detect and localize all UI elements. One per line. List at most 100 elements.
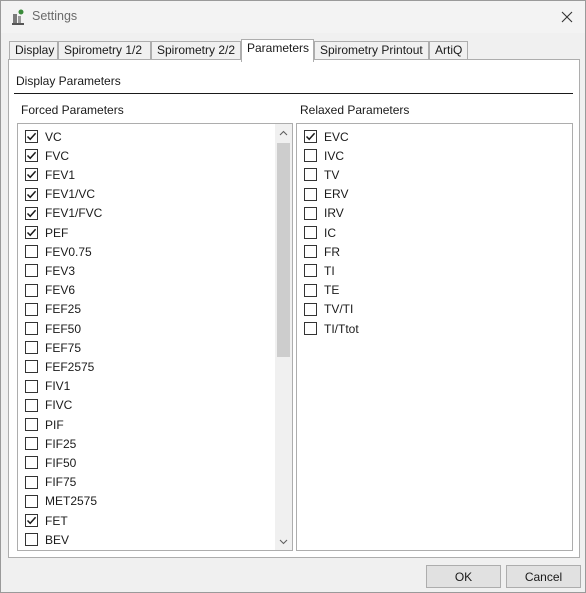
list-item[interactable]: EVC xyxy=(304,127,349,146)
list-item[interactable]: FIF75 xyxy=(25,473,76,492)
list-item[interactable]: TI xyxy=(304,261,335,280)
checkbox[interactable] xyxy=(25,302,38,316)
list-item[interactable]: FEV1/FVC xyxy=(25,204,102,223)
cancel-button[interactable]: Cancel xyxy=(506,565,581,588)
checkbox[interactable] xyxy=(25,283,38,297)
checkbox[interactable] xyxy=(304,322,317,335)
checkbox[interactable] xyxy=(304,130,317,143)
checkbox[interactable] xyxy=(25,341,38,355)
list-item[interactable]: FEV6 xyxy=(25,281,75,300)
item-label: FEV1 xyxy=(45,167,76,182)
item-label: TE xyxy=(324,283,340,298)
checkbox[interactable] xyxy=(304,168,317,182)
settings-window: Settings Display Spirometry 1/2 Spiromet… xyxy=(0,0,586,593)
list-item[interactable]: IRV xyxy=(304,204,344,223)
list-item[interactable]: FR xyxy=(304,242,340,261)
list-item[interactable]: FEV3 xyxy=(25,261,75,280)
list-item[interactable]: FIF25 xyxy=(25,434,76,453)
checkbox[interactable] xyxy=(25,418,38,431)
list-item[interactable]: FEF25 xyxy=(25,300,81,319)
checkbox[interactable] xyxy=(25,322,38,335)
list-item[interactable]: FEV1/VC xyxy=(25,185,95,204)
scroll-down-button[interactable] xyxy=(275,533,292,550)
tab-spirometry-2-2[interactable]: Spirometry 2/2 xyxy=(151,41,241,61)
checkbox[interactable] xyxy=(25,168,38,182)
checkbox[interactable] xyxy=(25,130,38,143)
list-item[interactable]: IC xyxy=(304,223,336,242)
scroll-up-button[interactable] xyxy=(275,124,292,141)
item-label: FIVC xyxy=(45,398,73,413)
tab-display[interactable]: Display xyxy=(9,41,58,61)
list-item[interactable]: TV xyxy=(304,165,339,184)
item-label: FET xyxy=(45,513,68,528)
item-label: TV xyxy=(324,167,340,182)
item-label: VC xyxy=(45,129,62,144)
list-item[interactable]: ERV xyxy=(304,185,348,204)
tab-parameters[interactable]: Parameters xyxy=(241,39,314,62)
checkbox[interactable] xyxy=(304,206,317,220)
relaxed-parameters-list[interactable]: TI/Ttot TV/TI TE TI FR IC IRV ERV TV IVC EVC xyxy=(296,123,573,551)
checkmark-icon xyxy=(305,132,316,141)
checkbox[interactable] xyxy=(304,283,317,297)
tab-spirometry-1-2[interactable]: Spirometry 1/2 xyxy=(58,41,151,61)
forced-parameters-label: Forced Parameters xyxy=(21,103,124,117)
list-item[interactable]: IVC xyxy=(304,146,344,165)
list-item[interactable]: PIF xyxy=(25,415,64,434)
checkbox[interactable] xyxy=(25,245,38,259)
item-label: ERV xyxy=(324,187,349,202)
list-item[interactable]: FIF50 xyxy=(25,453,76,472)
checkbox[interactable] xyxy=(25,149,38,163)
list-item[interactable]: FEV0.75 xyxy=(25,242,92,261)
forced-list-scrollbar[interactable] xyxy=(275,124,292,550)
checkbox[interactable] xyxy=(25,514,38,527)
list-item[interactable]: VC xyxy=(25,127,62,146)
list-item[interactable]: FET xyxy=(25,511,68,530)
list-item[interactable]: TI/Ttot xyxy=(304,319,359,338)
list-item[interactable]: FIVC xyxy=(25,396,72,415)
list-item[interactable]: FEV1 xyxy=(25,165,75,184)
checkbox[interactable] xyxy=(25,226,38,239)
list-item[interactable]: MET2575 xyxy=(25,492,97,511)
section-title: Display Parameters xyxy=(16,74,121,88)
checkbox[interactable] xyxy=(25,456,38,470)
app-icon xyxy=(12,9,26,25)
item-label: FEF75 xyxy=(45,340,82,355)
close-button[interactable] xyxy=(555,5,579,29)
list-item[interactable]: TE xyxy=(304,281,339,300)
checkbox[interactable] xyxy=(25,379,38,393)
checkbox[interactable] xyxy=(304,187,317,201)
checkbox[interactable] xyxy=(25,494,38,508)
checkbox[interactable] xyxy=(25,398,38,412)
forced-parameters-list[interactable]: BEV FET MET2575 FIF75 FIF50 FIF25 PIF FIVC FIV1 F… xyxy=(17,123,293,551)
checkbox[interactable] xyxy=(304,302,317,316)
ok-button[interactable]: OK xyxy=(426,565,501,588)
checkbox[interactable] xyxy=(25,360,38,374)
list-item[interactable]: FVC xyxy=(25,146,69,165)
list-item[interactable]: TV/TI xyxy=(304,300,353,319)
checkbox[interactable] xyxy=(304,226,317,239)
checkbox[interactable] xyxy=(25,437,38,451)
checkbox[interactable] xyxy=(25,187,38,201)
checkbox[interactable] xyxy=(25,264,38,278)
window-title: Settings xyxy=(32,9,78,23)
list-item[interactable]: BEV xyxy=(25,530,69,549)
list-item[interactable]: PEF xyxy=(25,223,68,242)
checkbox[interactable] xyxy=(25,206,38,220)
tab-spirometry-printout[interactable]: Spirometry Printout xyxy=(314,41,429,61)
item-label: FEV6 xyxy=(45,283,76,298)
list-item[interactable]: FEF75 xyxy=(25,338,81,357)
scroll-thumb[interactable] xyxy=(277,143,290,357)
checkbox[interactable] xyxy=(25,475,38,489)
item-label: TI/Ttot xyxy=(324,321,359,336)
parameters-panel: Display Parameters Forced Parameters Rel… xyxy=(8,59,580,558)
tab-artiq[interactable]: ArtiQ xyxy=(429,41,468,61)
checkbox[interactable] xyxy=(304,245,317,259)
list-item[interactable]: FEF2575 xyxy=(25,357,94,376)
checkbox[interactable] xyxy=(304,149,317,163)
item-label: FEV0.75 xyxy=(45,244,92,259)
checkbox[interactable] xyxy=(304,264,317,278)
list-item[interactable]: FEF50 xyxy=(25,319,81,338)
list-item[interactable]: FIV1 xyxy=(25,377,70,396)
checkbox[interactable] xyxy=(25,533,38,547)
item-label: FEV3 xyxy=(45,263,76,278)
